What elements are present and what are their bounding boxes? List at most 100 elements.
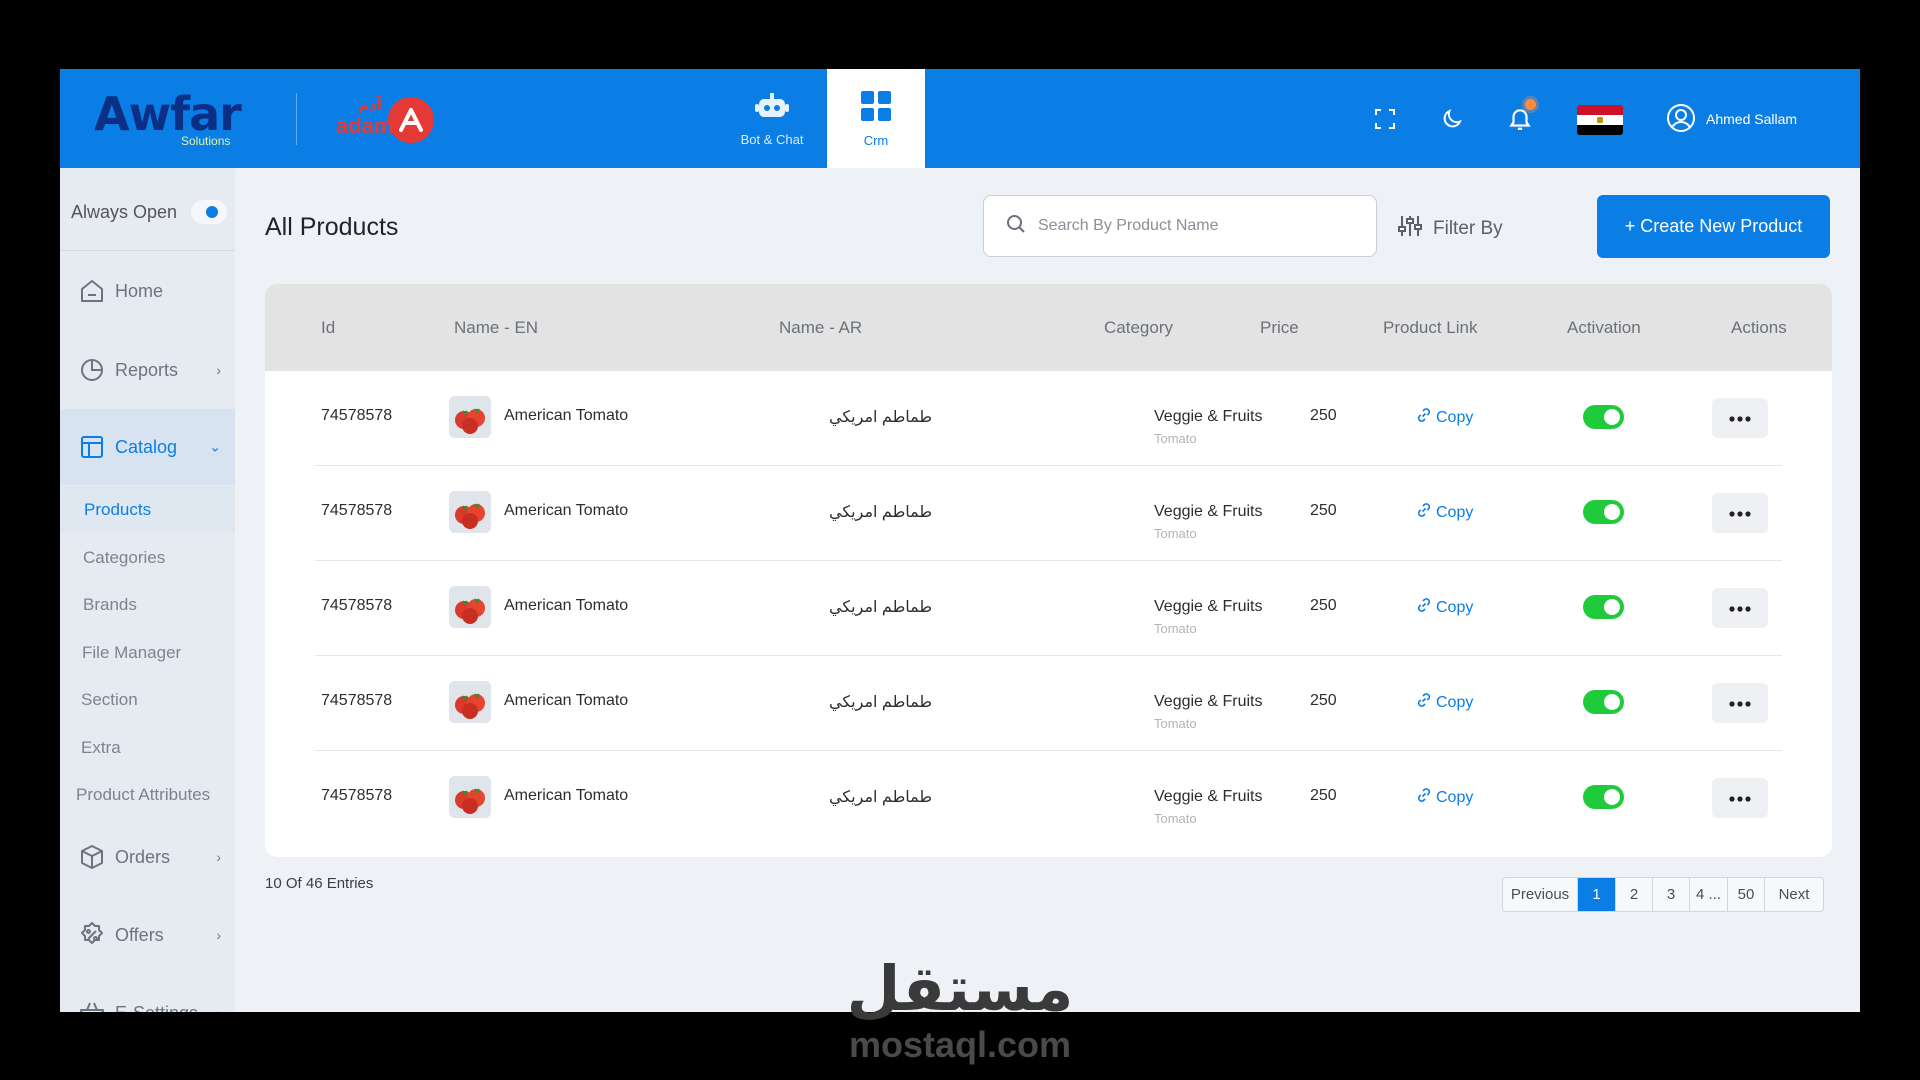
copy-link-button[interactable]: Copy bbox=[1416, 407, 1473, 428]
sidebar-subitem-section[interactable]: Section bbox=[60, 676, 235, 723]
sidebar-subitem-categories[interactable]: Categories bbox=[60, 534, 235, 581]
pagination-page[interactable]: 1 bbox=[1578, 878, 1616, 911]
cell-name-ar: طماطم امريكي bbox=[829, 504, 933, 521]
filter-label: Filter By bbox=[1433, 218, 1503, 239]
tab-bot-chat[interactable]: Bot & Chat bbox=[710, 69, 834, 168]
copy-link-button[interactable]: Copy bbox=[1416, 597, 1473, 618]
brand-divider bbox=[296, 93, 297, 145]
product-thumbnail bbox=[449, 776, 491, 818]
activation-toggle[interactable] bbox=[1583, 500, 1624, 524]
cell-id: 74578578 bbox=[321, 502, 393, 519]
app-window: Awfar Solutions آدم adam Bot & Chat Crm bbox=[60, 69, 1860, 1012]
table-row: 74578578 American Tomato طماطم امريكي Veggi… bbox=[315, 561, 1782, 656]
copy-link-label: Copy bbox=[1436, 788, 1474, 806]
notification-dot bbox=[1525, 99, 1536, 110]
cell-category: Veggie & Fruits bbox=[1154, 598, 1263, 615]
copy-link-button[interactable]: Copy bbox=[1416, 692, 1473, 713]
cell-name-ar: طماطم امريكي bbox=[829, 694, 933, 711]
pagination-page[interactable]: 3 bbox=[1653, 878, 1690, 911]
table-header: Id Name - EN Name - AR Category Price Pr… bbox=[265, 284, 1832, 371]
more-horizontal-icon bbox=[1729, 789, 1751, 807]
product-thumbnail bbox=[449, 396, 491, 438]
table-row: 74578578 American Tomato طماطم امريكي Veggi… bbox=[315, 751, 1782, 846]
always-open-row: Always Open bbox=[60, 168, 235, 251]
watermark-arabic: مستقل bbox=[846, 955, 1074, 1024]
notification-bell-icon[interactable] bbox=[1498, 97, 1542, 141]
copy-link-button[interactable]: Copy bbox=[1416, 787, 1473, 808]
activation-toggle[interactable] bbox=[1583, 785, 1624, 809]
page-title: All Products bbox=[265, 213, 399, 241]
sidebar-subitem-brands[interactable]: Brands bbox=[60, 581, 235, 628]
always-open-toggle[interactable] bbox=[191, 200, 227, 224]
more-horizontal-icon bbox=[1729, 409, 1751, 427]
cell-price: 250 bbox=[1310, 597, 1337, 614]
row-actions-button[interactable] bbox=[1712, 778, 1768, 818]
more-horizontal-icon bbox=[1729, 599, 1751, 617]
robot-icon bbox=[755, 91, 789, 126]
activation-toggle[interactable] bbox=[1583, 690, 1624, 714]
sidebar: Always Open Home Reports › Catalog ⌄ Pro… bbox=[60, 168, 235, 1012]
pagination: Previous 1 2 3 4 ... 50 Next bbox=[1502, 877, 1824, 912]
cell-subcategory: Tomato bbox=[1154, 431, 1197, 446]
cell-price: 250 bbox=[1310, 787, 1337, 804]
sidebar-item-reports[interactable]: Reports › bbox=[60, 331, 235, 409]
row-actions-button[interactable] bbox=[1712, 493, 1768, 533]
cell-category: Veggie & Fruits bbox=[1154, 408, 1263, 425]
tab-crm-label: Crm bbox=[863, 132, 889, 148]
search-input[interactable] bbox=[1038, 217, 1358, 235]
sidebar-item-catalog[interactable]: Catalog ⌄ bbox=[60, 409, 235, 485]
tab-crm[interactable]: Crm bbox=[827, 69, 925, 168]
copy-link-button[interactable]: Copy bbox=[1416, 502, 1473, 523]
activation-toggle[interactable] bbox=[1583, 405, 1624, 429]
brand-subtitle: Solutions bbox=[181, 134, 231, 148]
copy-link-label: Copy bbox=[1436, 693, 1474, 711]
row-actions-button[interactable] bbox=[1712, 588, 1768, 628]
cell-id: 74578578 bbox=[321, 597, 393, 614]
sidebar-item-orders[interactable]: Orders › bbox=[60, 818, 235, 896]
sidebar-subitem-file-manager[interactable]: File Manager bbox=[60, 629, 235, 676]
more-horizontal-icon bbox=[1729, 694, 1751, 712]
partner-name-ar: آدم bbox=[358, 97, 382, 114]
cell-id: 74578578 bbox=[321, 787, 393, 804]
top-navbar: Awfar Solutions آدم adam Bot & Chat Crm bbox=[60, 69, 1860, 168]
pagination-page[interactable]: 2 bbox=[1616, 878, 1653, 911]
entries-count: 10 Of 46 Entries bbox=[265, 875, 374, 892]
cell-price: 250 bbox=[1310, 502, 1337, 519]
watermark: مستقل mostaql.com bbox=[0, 955, 1920, 1065]
filter-button[interactable]: Filter By bbox=[1397, 213, 1503, 245]
pagination-page[interactable]: 50 bbox=[1728, 878, 1765, 911]
search-icon bbox=[984, 214, 1026, 239]
cell-name-ar: طماطم امريكي bbox=[829, 409, 933, 426]
chevron-right-icon: › bbox=[216, 927, 221, 943]
sidebar-subitem-products[interactable]: Products bbox=[60, 486, 235, 533]
layout-icon bbox=[77, 432, 107, 462]
brand-logo[interactable]: Awfar Solutions bbox=[94, 89, 274, 147]
column-header-price: Price bbox=[1260, 318, 1299, 337]
user-avatar-icon bbox=[1666, 103, 1696, 136]
table-row: 74578578 American Tomato طماطم امريكي Veggi… bbox=[315, 466, 1782, 561]
pagination-next[interactable]: Next bbox=[1765, 878, 1823, 911]
fullscreen-icon[interactable] bbox=[1363, 97, 1407, 141]
row-actions-button[interactable] bbox=[1712, 683, 1768, 723]
egypt-flag-icon[interactable] bbox=[1577, 105, 1623, 135]
box-icon bbox=[77, 842, 107, 872]
pagination-previous[interactable]: Previous bbox=[1503, 878, 1578, 911]
activation-toggle[interactable] bbox=[1583, 595, 1624, 619]
row-actions-button[interactable] bbox=[1712, 398, 1768, 438]
sidebar-item-home[interactable]: Home bbox=[60, 251, 235, 331]
chevron-right-icon: › bbox=[216, 849, 221, 865]
copy-link-label: Copy bbox=[1436, 598, 1474, 616]
user-menu[interactable]: Ahmed Sallam bbox=[1666, 103, 1797, 135]
product-thumbnail bbox=[449, 681, 491, 723]
sidebar-item-label: Home bbox=[115, 280, 164, 301]
partner-logo: آدم adam bbox=[324, 97, 444, 143]
home-icon bbox=[77, 276, 107, 306]
always-open-label: Always Open bbox=[71, 202, 178, 222]
sidebar-subitem-extra[interactable]: Extra bbox=[60, 724, 235, 771]
dark-mode-icon[interactable] bbox=[1430, 97, 1474, 141]
column-header-activation: Activation bbox=[1567, 318, 1641, 337]
cell-id: 74578578 bbox=[321, 692, 393, 709]
pagination-page[interactable]: 4 ... bbox=[1690, 878, 1728, 911]
sidebar-subitem-product-attributes[interactable]: Product Attributes bbox=[60, 771, 235, 818]
create-new-product-button[interactable]: + Create New Product bbox=[1597, 195, 1830, 258]
